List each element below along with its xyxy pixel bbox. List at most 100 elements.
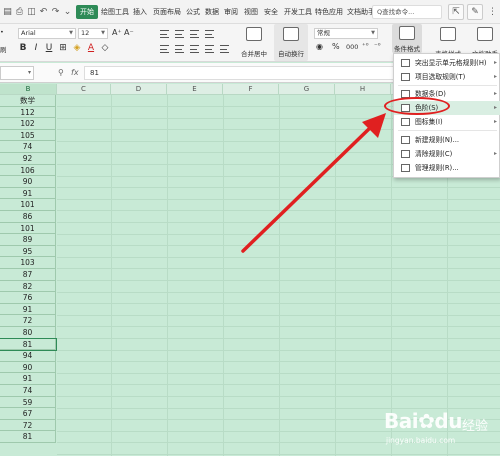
menu-item-manage-rules[interactable]: 管理规则(R)...	[394, 161, 500, 175]
align-top-icon[interactable]	[160, 30, 169, 38]
table-cell[interactable]: 89	[0, 234, 56, 246]
table-cell[interactable]: 86	[0, 211, 56, 223]
column-header-c[interactable]: C	[57, 84, 111, 95]
tab-security[interactable]: 安全	[262, 5, 280, 19]
number-format-select[interactable]: 常规 ▼	[314, 28, 378, 39]
column-header-e[interactable]: E	[167, 84, 223, 95]
table-cell[interactable]: 81	[0, 431, 56, 443]
underline-button[interactable]: U	[44, 43, 54, 53]
table-cell[interactable]: 81	[0, 337, 57, 352]
menu-item-clear-rules[interactable]: 清除规则(C) ▸	[394, 147, 500, 161]
table-cell[interactable]: 95	[0, 245, 56, 258]
table-cell[interactable]: 72	[0, 419, 56, 432]
bold-button[interactable]: B	[18, 43, 28, 53]
table-cell[interactable]: 74	[0, 141, 56, 153]
wrap-orientation-icon[interactable]	[205, 30, 214, 38]
table-cell[interactable]: 74	[0, 385, 56, 397]
tab-data[interactable]: 数据	[203, 5, 221, 19]
table-cell[interactable]: 92	[0, 153, 56, 165]
comment-icon[interactable]: ✎	[467, 4, 483, 20]
quick-access-dropdown-icon[interactable]: ⌄	[62, 6, 73, 17]
merge-center-button[interactable]: 合并居中	[236, 24, 272, 61]
font-size-select[interactable]: 12 ▼	[78, 28, 108, 39]
align-bottom-icon[interactable]	[190, 30, 199, 38]
table-cell[interactable]: 101	[0, 199, 56, 211]
table-cell[interactable]: 91	[0, 373, 56, 385]
conditional-format-button[interactable]: 条件格式	[392, 24, 422, 53]
share-icon[interactable]: ⇱	[448, 4, 464, 20]
more-icon[interactable]: ⋮	[487, 6, 498, 17]
distribute-icon[interactable]	[220, 45, 229, 53]
menu-item-label: 新建规则(N)...	[415, 136, 460, 144]
column-header-d[interactable]: D	[111, 84, 167, 95]
align-middle-icon[interactable]	[175, 30, 184, 38]
table-cell[interactable]: 72	[0, 315, 56, 327]
column-header-f[interactable]: F	[223, 84, 279, 95]
tab-formulas[interactable]: 公式	[184, 5, 202, 19]
quick-preview-icon[interactable]: ◫	[26, 6, 37, 17]
table-cell[interactable]: 112	[0, 106, 56, 119]
menu-item-icon-sets[interactable]: 图标集(I) ▸	[394, 115, 500, 129]
tab-review[interactable]: 审阅	[222, 5, 240, 19]
border-icon[interactable]: ⊞	[58, 43, 68, 53]
thousands-separator-button[interactable]: 000	[346, 43, 358, 51]
tab-view[interactable]: 视图	[242, 5, 260, 19]
format-painter-button[interactable]: 刷	[0, 44, 7, 54]
table-cell[interactable]: 91	[0, 303, 56, 316]
column-header-cell-math[interactable]: 数学	[0, 95, 56, 107]
menu-item-new-rule[interactable]: 新建规则(N)...	[394, 133, 500, 147]
eraser-icon[interactable]: ◇	[100, 43, 110, 53]
table-cell[interactable]: 67	[0, 408, 56, 420]
table-cell[interactable]: 76	[0, 292, 56, 304]
table-cell[interactable]: 101	[0, 222, 56, 235]
fill-color-icon[interactable]: ◈	[72, 43, 82, 53]
column-header-g[interactable]: G	[279, 84, 335, 95]
tab-features[interactable]: 特色应用	[313, 5, 345, 19]
fx-icon[interactable]: fx	[71, 68, 79, 77]
currency-icon[interactable]: ◉	[316, 42, 323, 51]
table-cell[interactable]: 82	[0, 280, 56, 293]
name-box[interactable]: ▾	[0, 66, 34, 80]
shrink-font-button[interactable]: A⁻	[124, 28, 134, 37]
table-cell[interactable]: 103	[0, 257, 56, 269]
tab-developer[interactable]: 开发工具	[282, 5, 314, 19]
font-color-icon[interactable]: A	[86, 43, 96, 53]
quick-print-icon[interactable]: ⎙	[14, 6, 25, 17]
table-cell[interactable]: 87	[0, 269, 56, 281]
italic-button[interactable]: I	[31, 43, 41, 53]
decimal-increase-icon[interactable]: ⁺⁰	[362, 42, 369, 50]
justify-icon[interactable]	[205, 45, 214, 53]
table-cell[interactable]: 90	[0, 176, 56, 188]
font-name-select[interactable]: Arial ▼	[18, 28, 76, 39]
grow-font-button[interactable]: A⁺	[112, 28, 122, 37]
wrap-text-button[interactable]: 自动换行	[274, 24, 308, 61]
table-cell[interactable]: 80	[0, 327, 56, 339]
column-header-h[interactable]: H	[335, 84, 391, 95]
align-right-icon[interactable]	[190, 45, 199, 53]
table-cell[interactable]: 106	[0, 164, 56, 177]
table-cell[interactable]: 102	[0, 118, 56, 130]
undo-icon[interactable]: ↶	[38, 6, 49, 17]
table-cell[interactable]: 90	[0, 361, 56, 374]
redo-icon[interactable]: ↷	[50, 6, 61, 17]
align-center-icon[interactable]	[175, 45, 184, 53]
column-header-b[interactable]: B	[0, 84, 57, 95]
menu-item-top-bottom-rules[interactable]: 项目选取规则(T) ▸	[394, 70, 500, 84]
quick-save-icon[interactable]: ▤	[2, 6, 13, 17]
tab-drawing-tools[interactable]: 绘图工具	[99, 5, 131, 19]
menu-item-highlight-rules[interactable]: 突出显示单元格规则(H) ▸	[394, 56, 500, 70]
zoom-icon[interactable]: ⚲	[58, 68, 64, 77]
submenu-arrow-icon: ▸	[493, 150, 497, 157]
grid-row-line	[57, 338, 500, 339]
table-cell[interactable]: 59	[0, 396, 56, 409]
percent-button[interactable]: %	[332, 42, 340, 51]
tab-home[interactable]: 开始	[76, 5, 98, 19]
command-search-input[interactable]: Q查找命令...	[372, 5, 442, 19]
tab-page-layout[interactable]: 页面布局	[151, 5, 183, 19]
table-cell[interactable]: 91	[0, 187, 56, 200]
decimal-decrease-icon[interactable]: ⁻⁰	[374, 42, 381, 50]
table-cell[interactable]: 105	[0, 129, 56, 142]
table-cell[interactable]: 94	[0, 350, 56, 362]
tab-insert[interactable]: 插入	[131, 5, 149, 19]
align-left-icon[interactable]	[160, 45, 169, 53]
